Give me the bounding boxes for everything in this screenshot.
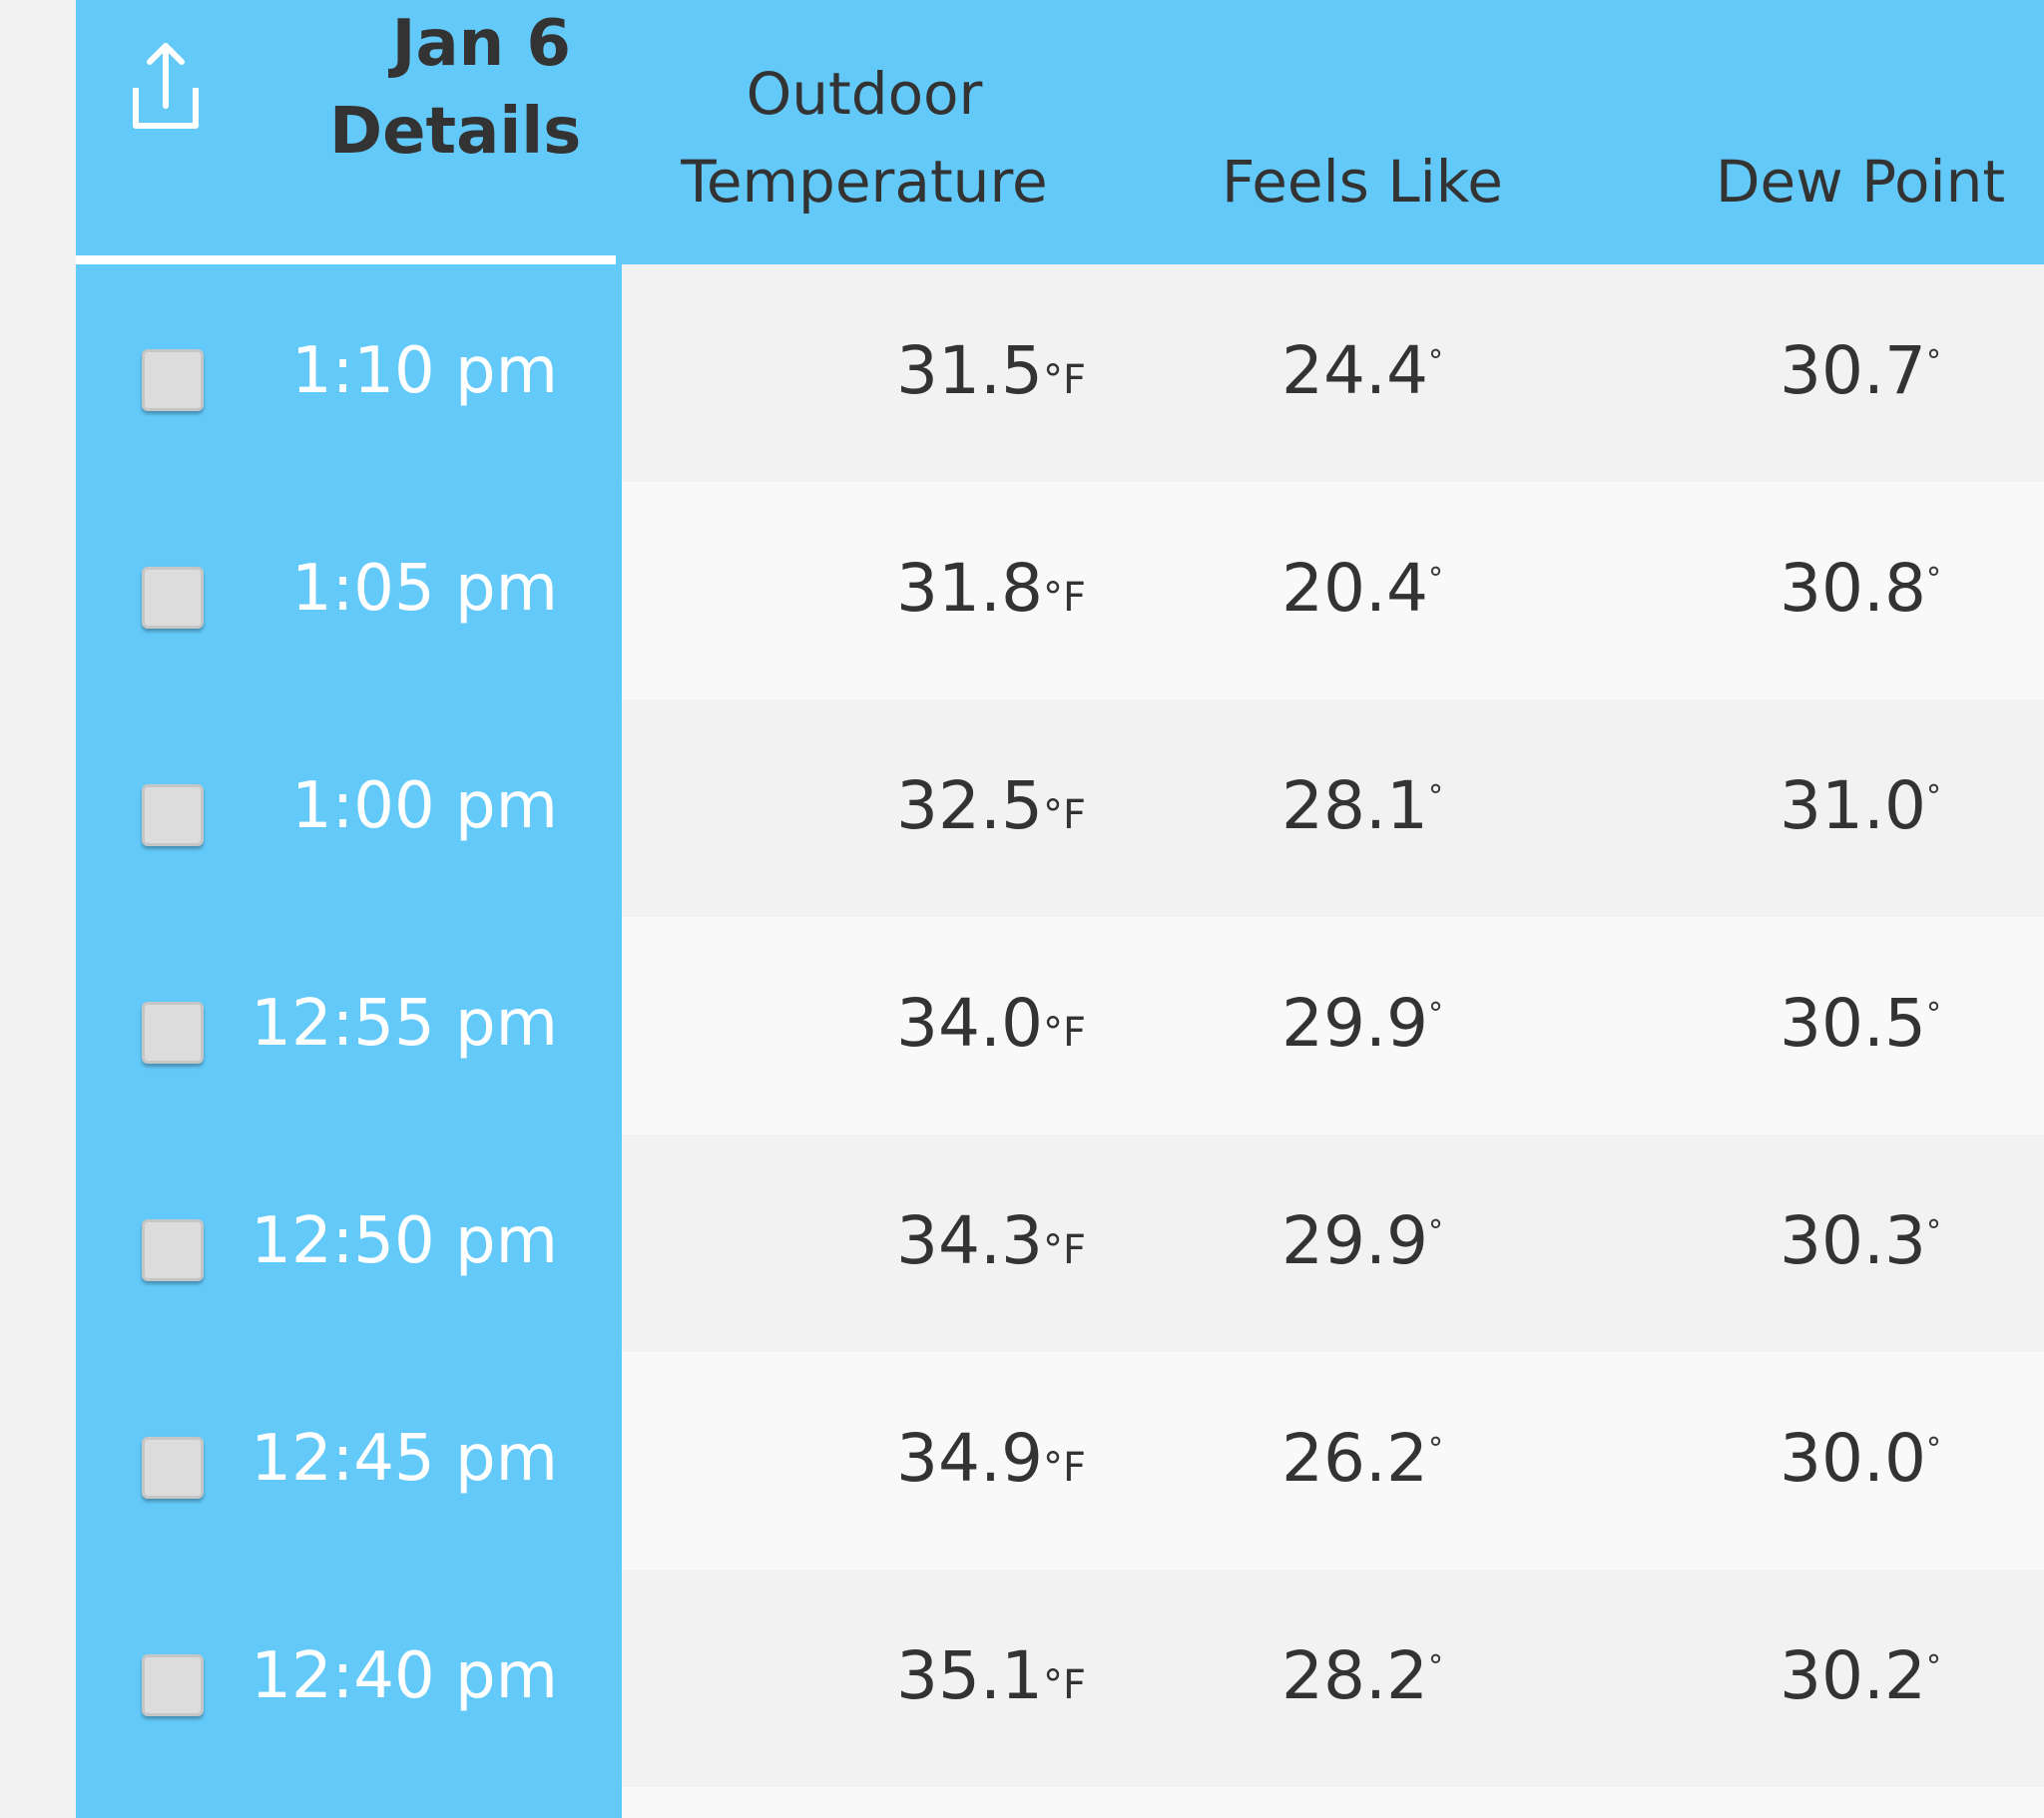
column-header-outdoor-line1: Outdoor xyxy=(746,60,983,128)
degree-symbol: ° xyxy=(1925,562,1941,597)
dew-point-value: 30.0 xyxy=(1780,1420,1926,1497)
time-cell: 1:00 pm xyxy=(76,699,622,917)
feels-like-cell: 28.2° xyxy=(1163,1631,1562,1734)
feels-like-value: 28.1 xyxy=(1281,767,1428,844)
feels-like-cell: 28.1° xyxy=(1163,761,1562,864)
degree-symbol: ° xyxy=(1925,344,1941,379)
degree-symbol: ° xyxy=(1427,344,1443,379)
column-header-outdoor-temperature[interactable]: Outdoor Temperature xyxy=(639,50,1090,226)
dew-point-cell: 30.5° xyxy=(1677,979,2044,1082)
left-gutter xyxy=(0,0,76,1818)
time-label: 1:10 pm xyxy=(290,334,558,408)
outdoor-unit: °F xyxy=(1042,1445,1086,1491)
outdoor-value: 35.1 xyxy=(896,1637,1043,1714)
feels-like-cell: 29.9° xyxy=(1163,979,1562,1082)
table-row: 34.0°F 29.9° 30.5° xyxy=(622,917,2044,1135)
feels-like-cell: 26.2° xyxy=(1163,1414,1562,1517)
time-cell: 12:50 pm xyxy=(76,1135,622,1352)
time-cell: 12:55 pm xyxy=(76,917,622,1135)
degree-symbol: ° xyxy=(1427,779,1443,814)
table-row: 31.8°F 20.4° 30.8° xyxy=(622,482,2044,699)
dew-point-value: 31.0 xyxy=(1780,767,1926,844)
row-select-checkbox[interactable] xyxy=(142,784,204,846)
time-label: 12:40 pm xyxy=(251,1639,558,1713)
degree-symbol: ° xyxy=(1925,1432,1941,1467)
degree-symbol: ° xyxy=(1427,1649,1443,1684)
dew-point-cell: 30.0° xyxy=(1677,1414,2044,1517)
degree-symbol: ° xyxy=(1925,1649,1941,1684)
outdoor-value: 31.5 xyxy=(896,332,1043,409)
feels-like-cell: 29.9° xyxy=(1163,1196,1562,1299)
share-icon[interactable] xyxy=(130,40,202,136)
row-select-checkbox[interactable] xyxy=(142,567,204,629)
dew-point-value: 30.3 xyxy=(1780,1202,1926,1279)
weather-details-page: Jan 6 Details Outdoor Temperature Feels … xyxy=(0,0,2044,1818)
time-label: 1:05 pm xyxy=(290,552,558,626)
degree-symbol: ° xyxy=(1427,997,1443,1032)
degree-symbol: ° xyxy=(1427,1432,1443,1467)
time-label: 12:55 pm xyxy=(251,987,558,1061)
outdoor-unit: °F xyxy=(1042,792,1086,838)
row-select-checkbox[interactable] xyxy=(142,1002,204,1064)
dew-point-cell: 30.8° xyxy=(1677,544,2044,647)
row-select-checkbox[interactable] xyxy=(142,1654,204,1716)
date-label: Jan 6 xyxy=(391,7,571,81)
degree-symbol: ° xyxy=(1427,562,1443,597)
feels-like-cell: 20.4° xyxy=(1163,544,1562,647)
time-label: 12:45 pm xyxy=(251,1422,558,1496)
details-label: Details xyxy=(329,95,582,169)
time-cell: 1:05 pm xyxy=(76,482,622,699)
outdoor-value: 34.0 xyxy=(896,985,1043,1062)
table-row: 31.5°F 24.4° 30.7° xyxy=(622,264,2044,482)
feels-like-value: 28.2 xyxy=(1281,1637,1428,1714)
time-label: 12:50 pm xyxy=(251,1204,558,1278)
row-select-checkbox[interactable] xyxy=(142,1437,204,1499)
feels-like-value: 24.4 xyxy=(1281,332,1428,409)
dew-point-cell: 30.7° xyxy=(1677,326,2044,429)
outdoor-unit: °F xyxy=(1042,1662,1086,1708)
outdoor-unit: °F xyxy=(1042,357,1086,403)
outdoor-unit: °F xyxy=(1042,1010,1086,1056)
header-active-underline xyxy=(76,255,616,264)
feels-like-value: 29.9 xyxy=(1281,985,1428,1062)
outdoor-value: 32.5 xyxy=(896,767,1043,844)
time-cell: 12:40 pm xyxy=(76,1570,622,1787)
degree-symbol: ° xyxy=(1925,779,1941,814)
degree-symbol: ° xyxy=(1427,1214,1443,1249)
outdoor-unit: °F xyxy=(1042,575,1086,621)
outdoor-value: 34.3 xyxy=(896,1202,1043,1279)
column-header-dew-point[interactable]: Dew Point xyxy=(1677,138,2044,226)
outdoor-value: 34.9 xyxy=(896,1420,1043,1497)
table-row: 34.9°F 26.2° 30.0° xyxy=(622,1352,2044,1570)
feels-like-value: 29.9 xyxy=(1281,1202,1428,1279)
degree-symbol: ° xyxy=(1925,997,1941,1032)
outdoor-value: 31.8 xyxy=(896,550,1043,627)
column-header-outdoor-line2: Temperature xyxy=(681,148,1048,216)
column-header-feels-like[interactable]: Feels Like xyxy=(1163,138,1562,226)
dew-point-cell: 30.3° xyxy=(1677,1196,2044,1299)
table-row-partial xyxy=(622,1787,2044,1818)
time-cell: 1:10 pm xyxy=(76,264,622,482)
dew-point-value: 30.5 xyxy=(1780,985,1926,1062)
row-select-checkbox[interactable] xyxy=(142,349,204,411)
outdoor-unit: °F xyxy=(1042,1227,1086,1273)
table-row: 35.1°F 28.2° 30.2° xyxy=(622,1570,2044,1787)
dew-point-value: 30.7 xyxy=(1780,332,1926,409)
row-select-checkbox[interactable] xyxy=(142,1219,204,1281)
share-upload-icon xyxy=(133,43,199,129)
time-cell: 12:45 pm xyxy=(76,1352,622,1570)
feels-like-cell: 24.4° xyxy=(1163,326,1562,429)
degree-symbol: ° xyxy=(1925,1214,1941,1249)
dew-point-cell: 31.0° xyxy=(1677,761,2044,864)
table-row: 32.5°F 28.1° 31.0° xyxy=(622,699,2044,917)
details-date-title: Jan 6 Details xyxy=(329,0,582,176)
time-label: 1:00 pm xyxy=(290,769,558,843)
table-row: 34.3°F 29.9° 30.3° xyxy=(622,1135,2044,1352)
dew-point-value: 30.8 xyxy=(1780,550,1926,627)
feels-like-value: 20.4 xyxy=(1281,550,1428,627)
dew-point-cell: 30.2° xyxy=(1677,1631,2044,1734)
feels-like-value: 26.2 xyxy=(1281,1420,1428,1497)
dew-point-value: 30.2 xyxy=(1780,1637,1926,1714)
